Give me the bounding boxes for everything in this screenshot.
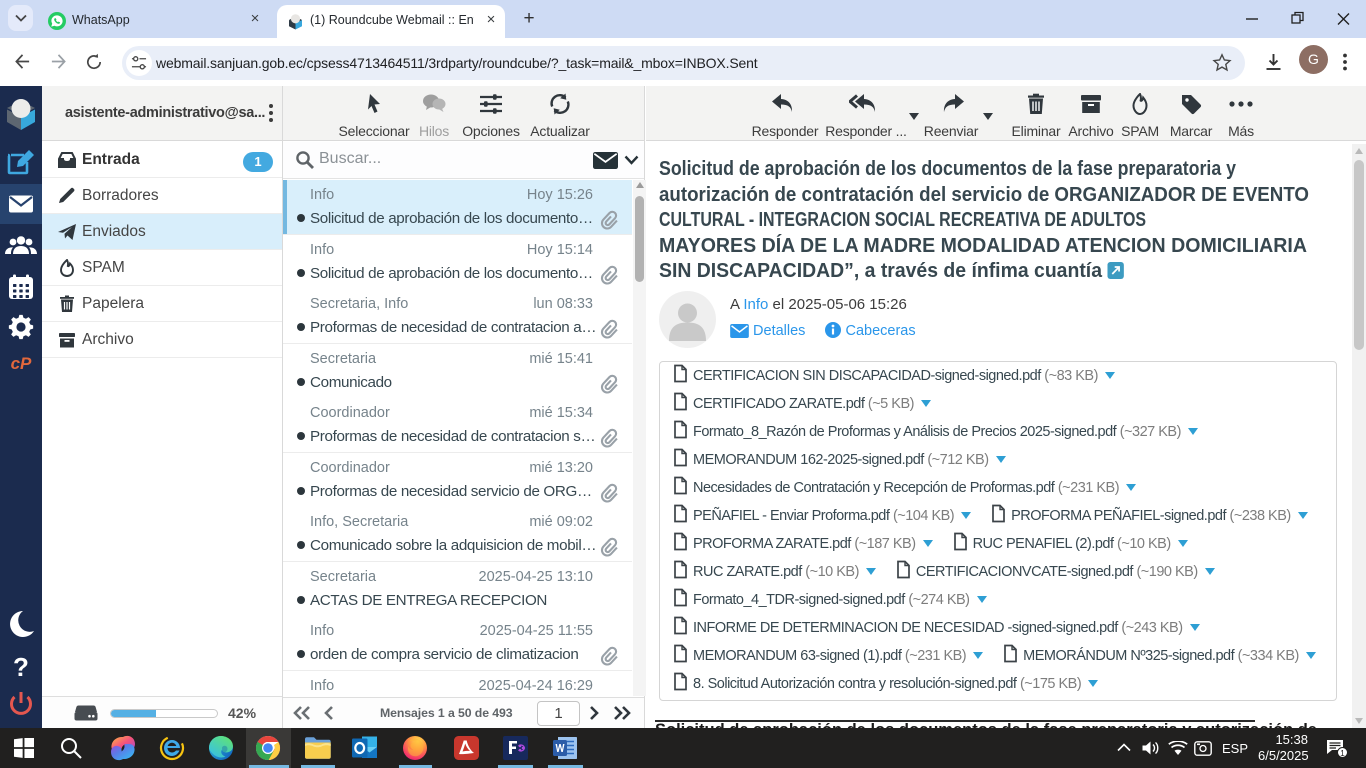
svg-text:1: 1 [1340, 749, 1345, 758]
